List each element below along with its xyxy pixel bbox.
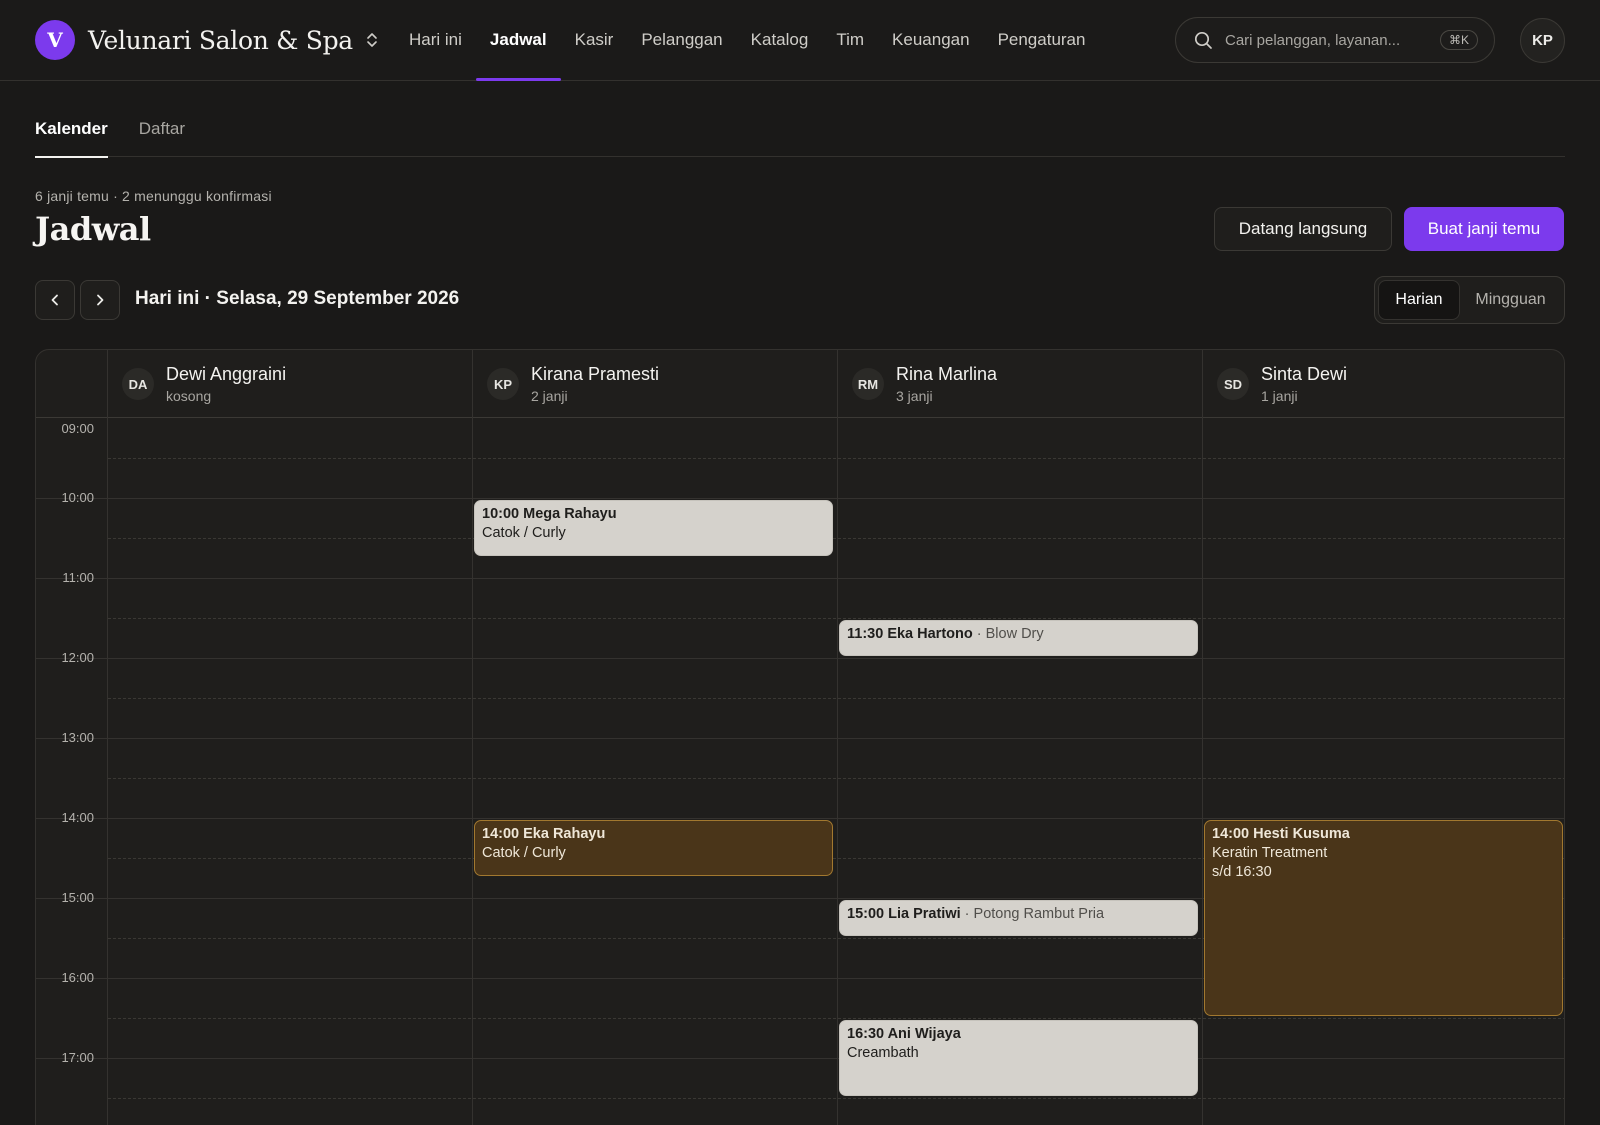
- time-label: 11:00: [62, 570, 94, 585]
- appointment-end-time: s/d 16:30: [1212, 864, 1272, 880]
- appointment-title: 10:00 Mega Rahayu: [482, 506, 617, 522]
- staff-column-header[interactable]: SD Sinta Dewi 1 janji: [1202, 350, 1564, 418]
- previous-day-button[interactable]: [35, 280, 75, 320]
- page-title: Jadwal: [35, 210, 151, 248]
- walk-in-button[interactable]: Datang langsung: [1214, 207, 1392, 251]
- half-hour-gridline: [108, 538, 1564, 539]
- nav-item-settings[interactable]: Pengaturan: [984, 0, 1100, 80]
- search-icon: [1194, 31, 1213, 50]
- appointment-summary: 6 janji temu · 2 menunggu konfirmasi: [35, 188, 272, 204]
- appointment-block[interactable]: 11:30 Eka Hartono · Blow Dry: [839, 620, 1198, 656]
- appointment-title: 11:30 Eka Hartono · Blow Dry: [847, 626, 1044, 642]
- half-hour-gridline: [108, 618, 1564, 619]
- calendar-grid[interactable]: 09:00 10:00 11:00 12:00 13:00 14:00 15:00 16:00…: [36, 418, 1564, 1125]
- chevron-up-down-icon: [365, 30, 379, 50]
- nav-item-cashier[interactable]: Kasir: [561, 0, 628, 80]
- half-hour-gridline: [108, 1098, 1564, 1099]
- appointment-service: Creambath: [847, 1045, 919, 1061]
- top-navigation-bar: V Velunari Salon & Spa Hari ini Jadwal K…: [0, 0, 1600, 81]
- appointment-block[interactable]: 10:00 Mega Rahayu Catok / Curly: [474, 500, 833, 556]
- search-shortcut-badge: ⌘K: [1439, 30, 1478, 50]
- hour-gridline: [36, 738, 1564, 739]
- staff-avatar: RM: [852, 368, 884, 400]
- time-label: 16:00: [61, 970, 94, 985]
- nav-item-schedule[interactable]: Jadwal: [475, 0, 561, 81]
- staff-appointment-count: kosong: [166, 388, 212, 404]
- appointment-title: 15:00 Lia Pratiwi · Potong Rambut Pria: [847, 906, 1105, 922]
- brand-name: Velunari Salon & Spa: [88, 25, 353, 55]
- nav-item-customers[interactable]: Pelanggan: [627, 0, 736, 80]
- staff-avatar: DA: [122, 368, 154, 400]
- next-day-button[interactable]: [80, 280, 120, 320]
- chevron-left-icon: [48, 293, 62, 307]
- appointment-title: 14:00 Hesti Kusuma: [1212, 826, 1350, 842]
- tab-list[interactable]: Daftar: [139, 108, 185, 157]
- appointment-title: 16:30 Ani Wijaya: [847, 1026, 961, 1042]
- half-hour-gridline: [108, 458, 1564, 459]
- staff-avatar: KP: [487, 368, 519, 400]
- staff-appointment-count: 2 janji: [531, 388, 568, 404]
- global-search[interactable]: ⌘K: [1175, 17, 1495, 63]
- appointment-service: · Blow Dry: [972, 626, 1044, 642]
- main-nav: Hari ini Jadwal Kasir Pelanggan Katalog …: [395, 0, 1100, 81]
- toggle-weekly[interactable]: Mingguan: [1460, 280, 1561, 320]
- hour-gridline: [36, 1058, 1564, 1059]
- appointment-service: Keratin Treatment: [1212, 845, 1328, 861]
- current-date-label: Hari ini · Selasa, 29 September 2026: [135, 288, 460, 309]
- search-input[interactable]: [1225, 31, 1440, 49]
- staff-name: Sinta Dewi: [1261, 364, 1348, 384]
- user-avatar[interactable]: KP: [1520, 18, 1565, 63]
- time-label: 09:00: [61, 421, 94, 436]
- time-label: 15:00: [61, 890, 94, 905]
- staff-appointment-count: 1 janji: [1261, 388, 1298, 404]
- hour-gridline: [36, 658, 1564, 659]
- view-toggle: Harian Mingguan: [1374, 276, 1565, 324]
- brand-switcher[interactable]: V Velunari Salon & Spa: [35, 20, 379, 60]
- staff-name: Kirana Pramesti: [531, 364, 660, 384]
- half-hour-gridline: [108, 778, 1564, 779]
- appointment-block[interactable]: 15:00 Lia Pratiwi · Potong Rambut Pria: [839, 900, 1198, 936]
- time-label: 12:00: [61, 650, 94, 665]
- time-label: 14:00: [61, 810, 94, 825]
- staff-avatar: SD: [1217, 368, 1249, 400]
- staff-column-header[interactable]: DA Dewi Anggraini kosong: [107, 350, 472, 418]
- hour-gridline: [36, 498, 1564, 499]
- appointment-block[interactable]: 16:30 Ani Wijaya Creambath: [839, 1020, 1198, 1096]
- tab-calendar[interactable]: Kalender: [35, 108, 108, 158]
- toggle-daily[interactable]: Harian: [1378, 280, 1460, 320]
- view-tabs: Kalender Daftar: [35, 108, 1565, 158]
- calendar-header: DA Dewi Anggraini kosong KP Kirana Prame…: [36, 350, 1564, 418]
- time-label: 17:00: [61, 1050, 94, 1065]
- nav-item-catalog[interactable]: Katalog: [737, 0, 823, 80]
- nav-item-finance[interactable]: Keuangan: [878, 0, 984, 80]
- appointment-block[interactable]: 14:00 Eka Rahayu Catok / Curly: [474, 820, 833, 876]
- chevron-right-icon: [93, 293, 107, 307]
- appointment-service: Catok / Curly: [482, 525, 566, 541]
- time-label: 13:00: [61, 730, 94, 745]
- time-label: 10:00: [61, 490, 94, 505]
- appointment-block[interactable]: 14:00 Hesti Kusuma Keratin Treatment s/d 1…: [1204, 820, 1563, 1016]
- half-hour-gridline: [108, 698, 1564, 699]
- staff-column-header[interactable]: RM Rina Marlina 3 janji: [837, 350, 1202, 418]
- hour-gridline: [36, 818, 1564, 819]
- brand-logo: V: [35, 20, 75, 60]
- appointment-title: 14:00 Eka Rahayu: [482, 826, 606, 842]
- hour-gridline: [36, 578, 1564, 579]
- staff-name: Rina Marlina: [896, 364, 998, 384]
- nav-item-today[interactable]: Hari ini: [395, 0, 476, 80]
- staff-name: Dewi Anggraini: [166, 364, 287, 384]
- new-appointment-button[interactable]: Buat janji temu: [1404, 207, 1564, 251]
- staff-calendar: DA Dewi Anggraini kosong KP Kirana Prame…: [35, 349, 1565, 1125]
- appointment-service: Catok / Curly: [482, 845, 566, 861]
- appointment-service: · Potong Rambut Pria: [960, 906, 1105, 922]
- staff-column-header[interactable]: KP Kirana Pramesti 2 janji: [472, 350, 837, 418]
- nav-item-team[interactable]: Tim: [822, 0, 878, 80]
- half-hour-gridline: [108, 1018, 1564, 1019]
- staff-appointment-count: 3 janji: [896, 388, 933, 404]
